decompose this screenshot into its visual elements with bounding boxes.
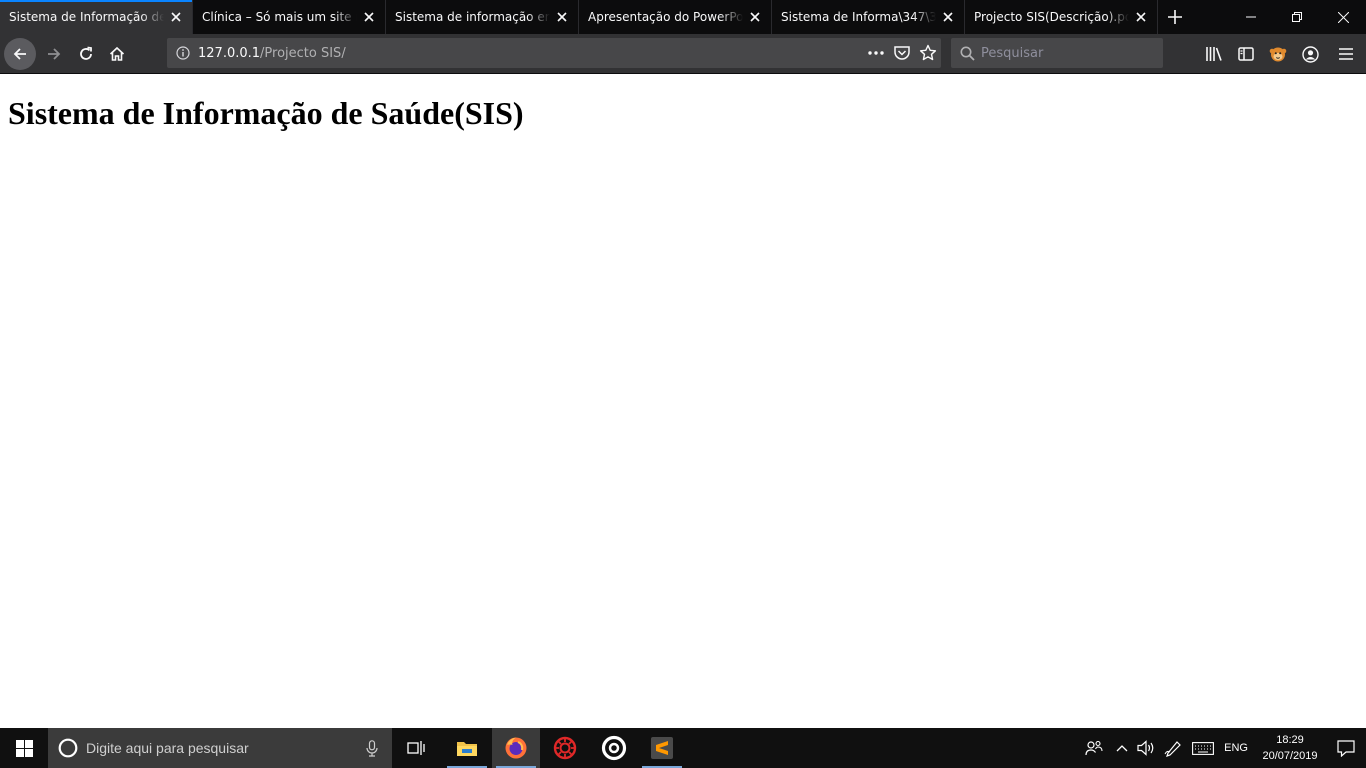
url-host: 127.0.0.1 [198,45,261,61]
taskbar-search-box[interactable]: Digite aqui para pesquisar [48,728,392,768]
page-content: Sistema de Informação de Saúde(SIS) [0,74,1366,728]
address-bar[interactable]: 127.0.0.1/Projecto SIS/ [167,38,941,68]
task-view-icon [407,741,425,755]
taskbar-sublime-text[interactable] [638,728,686,768]
taskbar-app-red[interactable] [541,728,589,768]
tab-title: Projecto SIS(Descrição).pdf [974,10,1129,24]
monkey-extension-icon [1269,47,1287,62]
ring-app-icon [601,735,627,761]
touch-keyboard-button[interactable] [1188,728,1218,768]
close-window-button[interactable] [1320,0,1366,34]
tab-close-icon[interactable] [168,9,184,25]
tab-projecto-sis-pdf[interactable]: Projecto SIS(Descrição).pdf [965,0,1158,34]
search-input[interactable] [981,45,1151,61]
clock-date: 20/07/2019 [1262,750,1318,762]
new-tab-button[interactable] [1158,0,1192,34]
arrow-right-icon [48,48,61,60]
url-path: /Projecto SIS/ [260,45,346,61]
library-button[interactable] [1198,38,1230,70]
tab-title: Sistema de Informação de Saúde(SIS) [9,10,164,24]
tab-title: Sistema de informação em saú [395,10,550,24]
forward-button[interactable] [38,38,70,70]
speaker-icon [1137,740,1154,756]
account-button[interactable] [1294,38,1326,70]
tab-sistema-informacao-saude[interactable]: Sistema de informação em saú [386,0,579,34]
tab-sis-home[interactable]: Sistema de Informação de Saúde(SIS) [0,0,193,34]
home-icon [109,46,125,61]
taskbar-file-explorer[interactable] [443,728,491,768]
tab-title: Clínica – Só mais um site mod [202,10,357,24]
close-icon [1337,11,1349,23]
tab-close-icon[interactable] [361,9,377,25]
tab-close-icon[interactable] [747,9,763,25]
reload-icon [80,46,92,60]
input-language[interactable]: ENG [1218,728,1254,768]
reload-button[interactable] [70,38,102,70]
info-icon[interactable] [176,46,190,60]
tab-strip: Sistema de Informação de Saúde(SIS) Clín… [0,0,1366,34]
people-icon [1085,740,1103,756]
plus-icon [1168,10,1182,24]
hamburger-menu-icon [1339,48,1353,60]
home-button[interactable] [101,38,133,70]
tab-clinica[interactable]: Clínica – Só mais um site mod [193,0,386,34]
chevron-up-icon [1116,745,1128,752]
extension-button[interactable] [1262,38,1294,70]
taskbar-firefox[interactable] [492,728,540,768]
people-button[interactable] [1078,728,1110,768]
page-actions-menu-icon[interactable] [867,50,885,56]
action-center-button[interactable] [1326,728,1366,768]
cortana-icon [58,738,78,758]
windows-taskbar: Digite aqui para pesquisar ENG 18:29 20/… [0,728,1366,768]
folder-icon [457,742,477,756]
sublime-text-icon [651,737,673,759]
windows-logo-icon [15,739,33,757]
clock-time: 18:29 [1276,734,1304,746]
restore-button[interactable] [1274,0,1320,34]
minimize-button[interactable] [1228,0,1274,34]
arrow-left-icon [13,48,26,60]
library-icon [1206,47,1222,61]
back-button[interactable] [4,38,36,70]
minimize-icon [1246,16,1256,18]
tab-close-icon[interactable] [1133,9,1149,25]
tab-close-icon[interactable] [940,9,956,25]
firefox-icon [505,737,527,759]
notification-icon [1337,739,1355,757]
restore-icon [1292,12,1302,22]
pen-workspace-button[interactable] [1158,728,1188,768]
pen-icon [1164,741,1182,757]
tab-sistema-informa-encoded[interactable]: Sistema de Informa\347\343o [772,0,965,34]
bookmark-star-icon[interactable] [919,44,937,62]
microphone-icon[interactable] [366,739,378,757]
tab-apresentacao-powerpoint[interactable]: Apresentação do PowerPoint [579,0,772,34]
toolbar-right [1198,38,1366,70]
page-actions [867,38,937,68]
volume-button[interactable] [1134,728,1158,768]
tab-title: Apresentação do PowerPoint [588,10,743,24]
account-icon [1301,45,1319,63]
navigation-toolbar: 127.0.0.1/Projecto SIS/ [0,34,1366,74]
sidebar-icon [1238,47,1254,61]
show-hidden-icons-button[interactable] [1110,728,1134,768]
page-title: Sistema de Informação de Saúde(SIS) [8,95,524,131]
tab-close-icon[interactable] [554,9,570,25]
task-view-button[interactable] [392,728,440,768]
search-icon [960,46,975,61]
system-tray: ENG 18:29 20/07/2019 [1078,728,1366,768]
clock[interactable]: 18:29 20/07/2019 [1254,728,1326,768]
search-bar[interactable] [951,38,1163,68]
url-text[interactable]: 127.0.0.1/Projecto SIS/ [198,46,346,61]
red-gear-app-icon [553,736,577,760]
taskbar-app-circle[interactable] [590,728,638,768]
taskbar-search-placeholder: Digite aqui para pesquisar [86,740,249,756]
pocket-icon[interactable] [893,44,911,62]
start-button[interactable] [0,728,48,768]
keyboard-icon [1192,741,1215,755]
window-controls [1228,0,1366,34]
tab-title: Sistema de Informa\347\343o [781,10,936,24]
app-menu-button[interactable] [1326,38,1366,70]
sidebar-toggle-button[interactable] [1230,38,1262,70]
